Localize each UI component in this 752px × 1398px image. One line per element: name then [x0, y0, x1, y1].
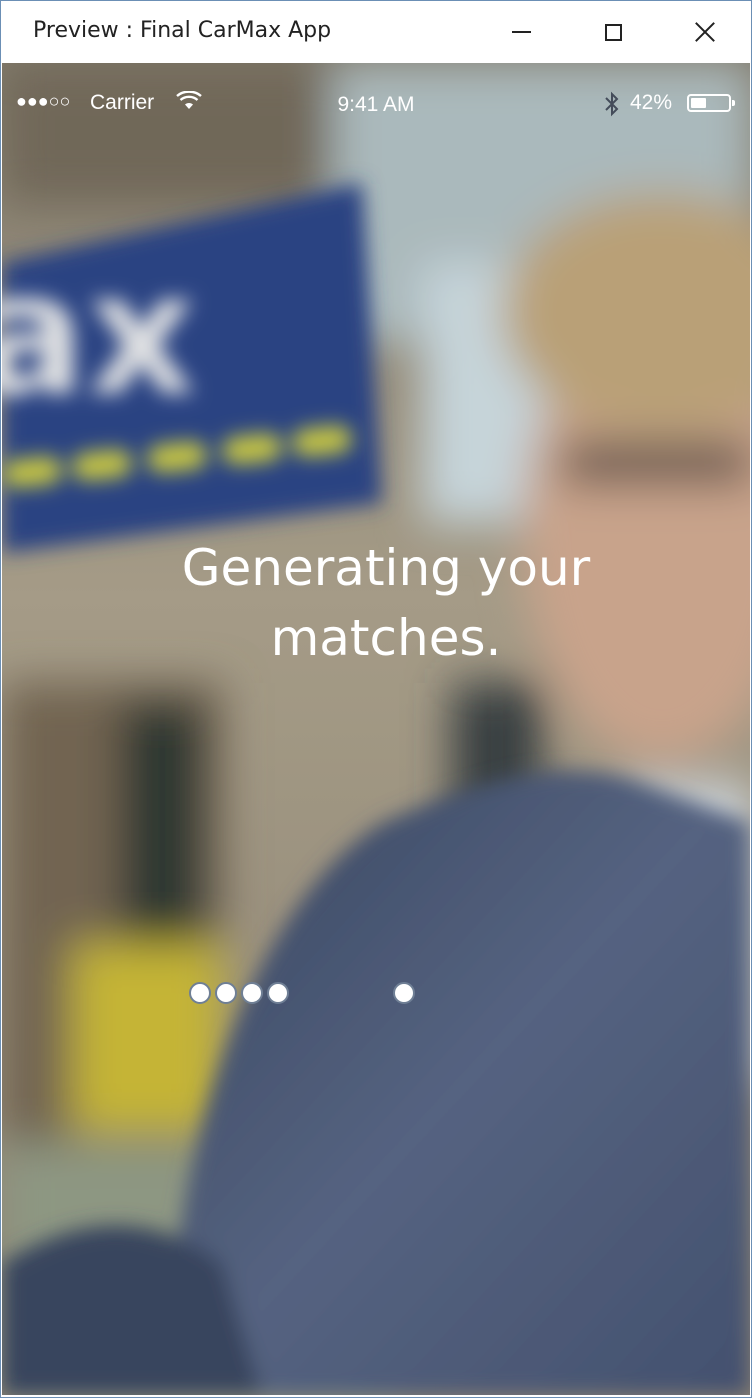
minimize-button[interactable] [475, 1, 567, 63]
close-icon [695, 22, 715, 42]
title-bar: Preview : Final CarMax App [1, 1, 751, 63]
phone-screen: ax ●●●○○ Carrier 9:41 AM 42% [2, 63, 750, 1395]
battery-tip [732, 100, 735, 106]
app-window: Preview : Final CarMax App x ●●●○○ Carri… [0, 0, 752, 1398]
maximize-button[interactable] [567, 1, 659, 63]
battery-icon [687, 94, 731, 112]
loading-dot [393, 982, 415, 1004]
loading-message-line-2: matches. [270, 609, 502, 667]
battery-percent: 42% [630, 91, 673, 114]
battery-level [691, 98, 706, 108]
loading-dot [267, 982, 289, 1004]
minimize-icon [511, 31, 531, 33]
status-bar: ●●●○○ Carrier 9:41 AM 42% [2, 63, 750, 143]
background-photo: ax [2, 63, 750, 1395]
close-button[interactable] [659, 1, 751, 63]
window-title: Preview : Final CarMax App [33, 18, 332, 43]
loading-dot [189, 982, 211, 1004]
maximize-icon [604, 23, 622, 41]
loading-dot [215, 982, 237, 1004]
loading-message-line-1: Generating your [181, 539, 591, 597]
bluetooth-icon [605, 91, 619, 117]
loading-message: Generating your matches. [2, 533, 750, 673]
loading-dot [241, 982, 263, 1004]
